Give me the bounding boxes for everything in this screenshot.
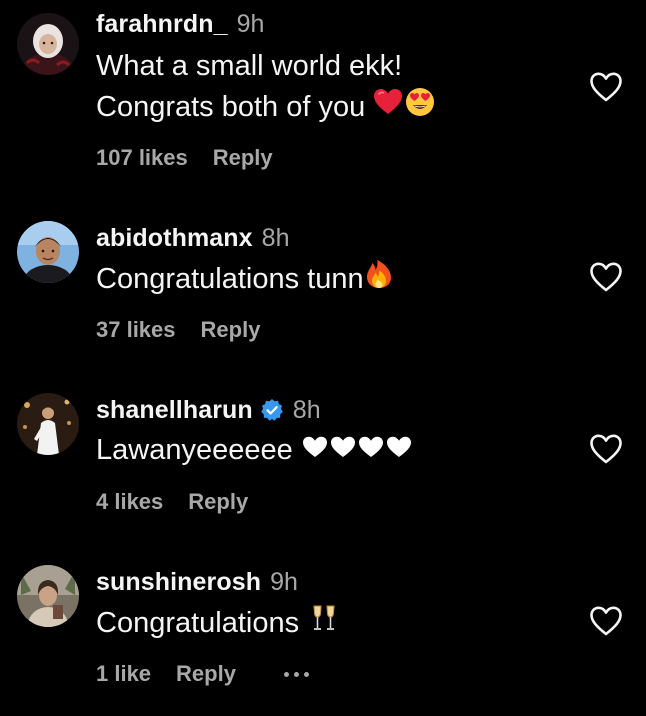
comments-list: farahnrdn_ 9h What a small world ekk! Co… [0,0,646,716]
username[interactable]: abidothmanx [96,224,253,253]
comment-header: sunshinerosh 9h [96,565,566,599]
black-heart-emoji [301,431,329,469]
comment-content: shanellharun 8h Lawanyeeeeee [96,393,566,469]
verified-badge-icon [260,398,284,422]
heart-outline-icon[interactable] [589,433,623,465]
comment-actions: 37 likes Reply [96,317,260,343]
dot [283,671,289,677]
comment-content: farahnrdn_ 9h What a small world ekk! Co… [96,7,566,127]
heart-outline-icon[interactable] [589,605,623,637]
likes-count[interactable]: 1 like [96,661,151,687]
username[interactable]: sunshinerosh [96,568,261,597]
username[interactable]: farahnrdn_ [96,10,228,39]
timestamp[interactable]: 8h [293,396,321,425]
avatar[interactable] [17,565,79,627]
comment-header: farahnrdn_ 9h [96,7,566,41]
likes-count[interactable]: 37 likes [96,317,176,343]
dot [303,671,309,677]
more-options-icon[interactable] [283,671,309,677]
black-heart-emoji [329,431,357,469]
comment-header: shanellharun 8h [96,393,566,427]
heart-outline-icon[interactable] [589,71,623,103]
timestamp[interactable]: 9h [270,568,298,597]
black-heart-emoji [385,431,413,469]
red-heart-emoji [373,88,403,126]
reply-button[interactable]: Reply [201,317,261,343]
likes-count[interactable]: 4 likes [96,489,163,515]
reply-button[interactable]: Reply [188,489,248,515]
username[interactable]: shanellharun [96,396,253,425]
comment-text: Congrats both of you [96,91,366,123]
reply-button[interactable]: Reply [213,145,273,171]
comment-actions: 4 likes Reply [96,489,248,515]
comment-text-line-2: Congrats both of you [96,87,566,127]
timestamp[interactable]: 9h [237,10,265,39]
avatar[interactable] [17,393,79,455]
heart-eyes-emoji [405,87,435,127]
timestamp[interactable]: 8h [262,224,290,253]
champagne-glasses-emoji [311,603,337,643]
reply-button[interactable]: Reply [176,661,236,687]
comment-text: Congratulations tunn [96,263,364,295]
comment-text-line-1: Congratulations tunn [96,259,566,299]
comment-text-line-1: Lawanyeeeeee [96,431,566,469]
avatar[interactable] [17,221,79,283]
dot [293,671,299,677]
comment-actions: 1 like Reply [96,661,309,687]
comment-content: sunshinerosh 9h Congratulations [96,565,566,643]
likes-count[interactable]: 107 likes [96,145,188,171]
black-heart-emoji [357,431,385,469]
comment-text: What a small world ekk! [96,50,403,82]
comment-text: Congratulations [96,607,300,639]
comment-text-line-1: Congratulations [96,603,566,643]
fire-emoji [365,259,393,299]
comment-content: abidothmanx 8h Congratulations tunn [96,221,566,299]
comment-actions: 107 likes Reply [96,145,273,171]
avatar[interactable] [17,13,79,75]
comment-header: abidothmanx 8h [96,221,566,255]
heart-outline-icon[interactable] [589,261,623,293]
comment-text: Lawanyeeeeee [96,434,293,466]
